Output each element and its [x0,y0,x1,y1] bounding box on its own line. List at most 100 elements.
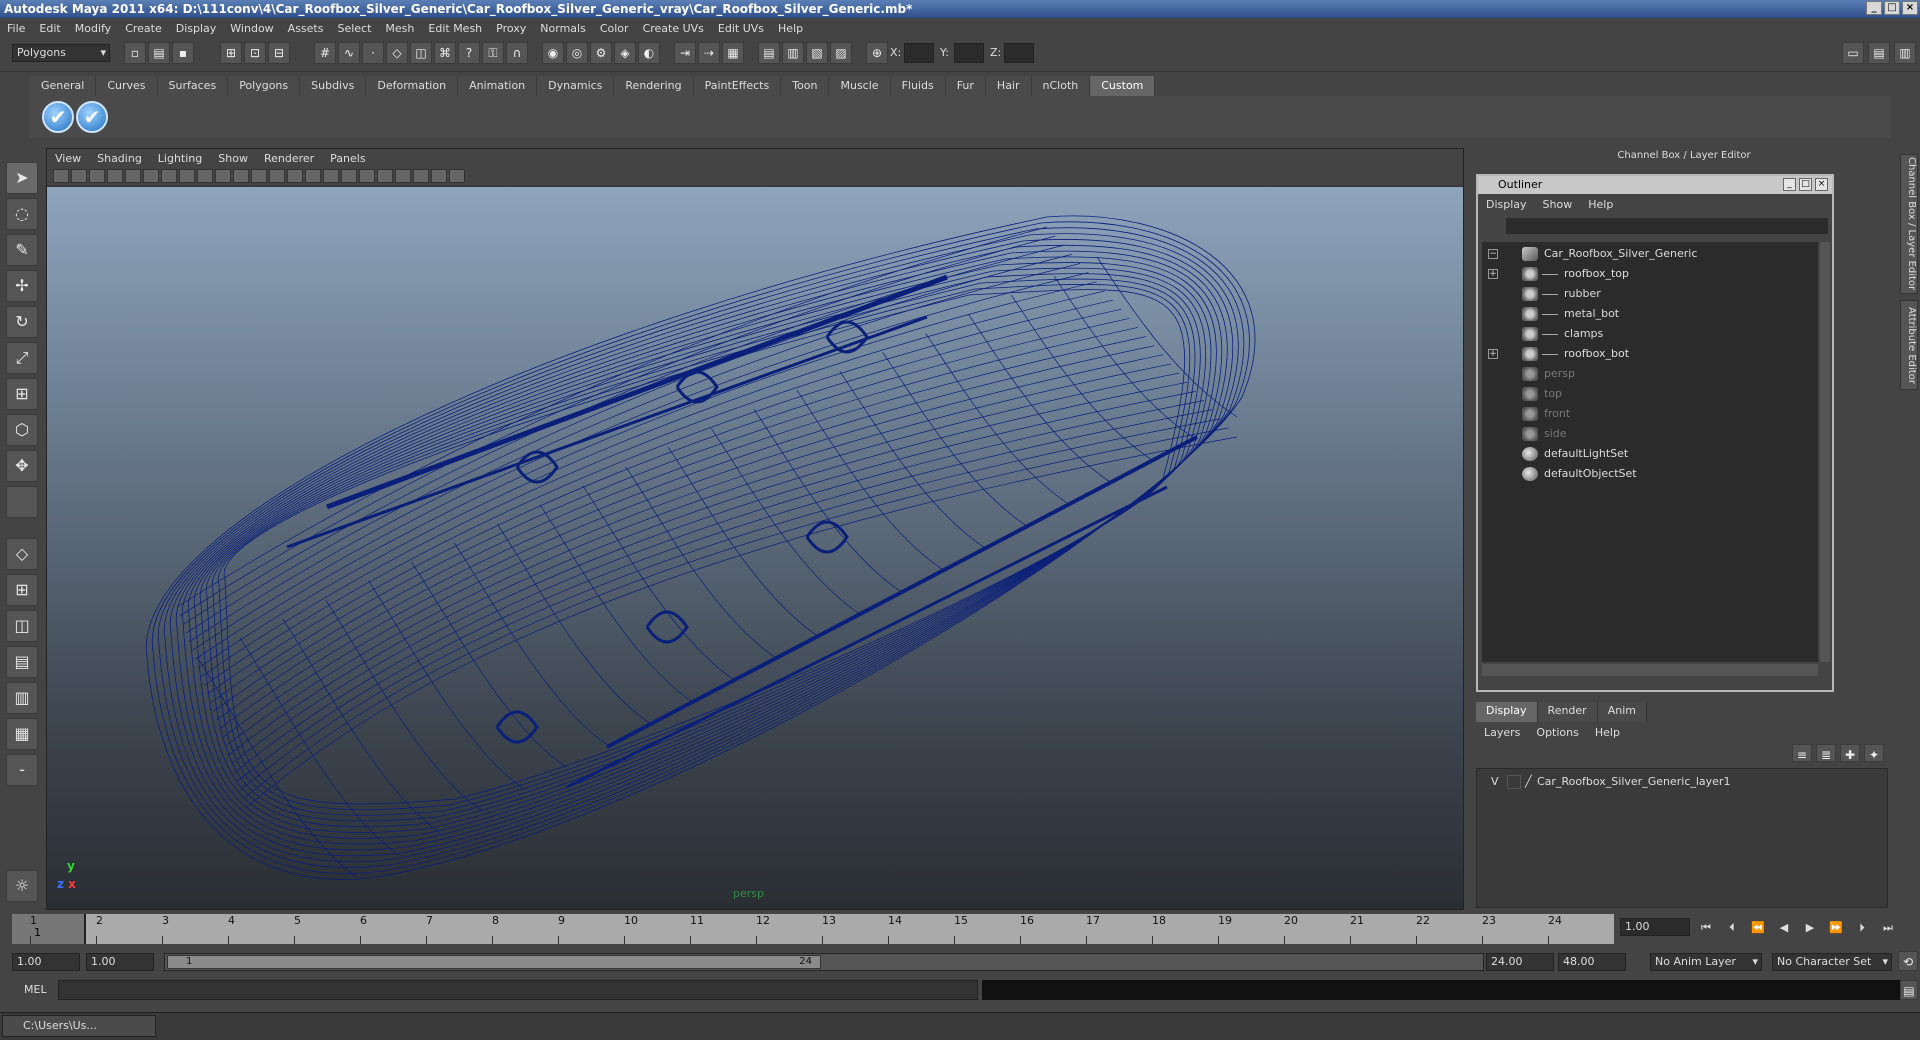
history-icon[interactable]: ⌘ [434,42,456,64]
input-line-icon[interactable]: ⇥ [674,42,696,64]
time-slider-bar[interactable]: 1 1 2 3 4 5 6 7 8 9 10 11 12 13 14 15 16 17 18 19 20 21 22 23 2… [12,914,1614,944]
play-forwards-icon[interactable]: ▶ [1800,920,1820,936]
current-frame-field[interactable]: 1.00 [1620,918,1690,936]
lock-icon[interactable]: ⚿ [482,42,504,64]
menu-mesh[interactable]: Mesh [378,22,421,35]
shelf-tab-subdivs[interactable]: Subdivs [300,76,367,96]
paint-select-tool-icon[interactable]: ✎ [6,234,38,266]
menu-create[interactable]: Create [118,22,169,35]
select-hierarchy-icon[interactable]: ⊞ [220,42,242,64]
attribute-editor-icon[interactable]: ▥ [782,42,804,64]
gate-mask-icon[interactable] [197,169,213,183]
x-field[interactable] [904,43,934,63]
shelf-tab-toon[interactable]: Toon [781,76,830,96]
y-field[interactable] [954,43,984,63]
universal-manipulator-icon[interactable]: ⊞ [6,378,38,410]
layer-menu-help[interactable]: Help [1587,724,1628,742]
viewport-menu-view[interactable]: View [47,152,89,165]
shelf-tab-rendering[interactable]: Rendering [614,76,694,96]
open-scene-icon[interactable]: ▤ [148,42,170,64]
outliner-item[interactable]: side [1482,424,1818,444]
menu-modify[interactable]: Modify [68,22,118,35]
show-manipulator-icon[interactable]: ✥ [6,450,38,482]
menu-display[interactable]: Display [169,22,224,35]
bookmark-icon[interactable] [71,169,87,183]
outliner-maximize-button[interactable]: □ [1799,178,1812,191]
field-chart-icon[interactable] [215,169,231,183]
outliner-menu-display[interactable]: Display [1478,198,1535,211]
viewport-menu-renderer[interactable]: Renderer [256,152,322,165]
z-field[interactable] [1004,43,1034,63]
shelf-tab-animation[interactable]: Animation [458,76,538,96]
move-tool-icon[interactable]: ✢ [6,270,38,302]
outliner-item[interactable]: front [1482,404,1818,424]
collapse-icon[interactable]: − [1488,249,1498,259]
select-component-icon[interactable]: ⊟ [268,42,290,64]
layer-playback-toggle[interactable] [1507,775,1521,789]
outliner-item[interactable]: clamps [1482,324,1818,344]
menu-create-uvs[interactable]: Create UVs [636,22,711,35]
outliner-item[interactable]: + roofbox_bot [1482,344,1818,364]
outliner-item[interactable]: defaultObjectSet [1482,464,1818,484]
move-layer-up-icon[interactable]: ≡ [1792,744,1812,762]
shelf-tab-surfaces[interactable]: Surfaces [157,76,229,96]
step-back-key-icon[interactable]: ⏪ [1748,920,1768,936]
resolution-gate-icon[interactable] [179,169,195,183]
shelf-tab-polygons[interactable]: Polygons [228,76,301,96]
outliner-item[interactable]: top [1482,384,1818,404]
2d-pan-zoom-icon[interactable] [107,169,123,183]
layer-visibility-toggle[interactable]: V [1491,773,1499,791]
tool-settings-icon[interactable]: ▧ [806,42,828,64]
select-object-icon[interactable]: ⊡ [244,42,266,64]
menu-proxy[interactable]: Proxy [489,22,533,35]
soft-modification-icon[interactable]: ⬡ [6,414,38,446]
help-icon[interactable]: ? [458,42,480,64]
move-layer-down-icon[interactable]: ≣ [1816,744,1836,762]
step-back-frame-icon[interactable]: ⏴ [1722,920,1742,936]
menu-edit-mesh[interactable]: Edit Mesh [421,22,489,35]
layout-icon[interactable]: ▭ [1842,42,1864,64]
outliner-item[interactable]: metal_bot [1482,304,1818,324]
outliner-filter-field[interactable] [1506,218,1828,234]
four-view-layout-icon[interactable]: ⊞ [6,574,38,606]
layer-menu-layers[interactable]: Layers [1476,724,1528,742]
viewport-menu-lighting[interactable]: Lighting [150,152,210,165]
hypershade-icon[interactable]: ◈ [614,42,636,64]
script-editor-icon[interactable]: ▦ [722,42,744,64]
script-editor-button-icon[interactable]: ▤ [1900,980,1918,1000]
paint-effects-icon[interactable]: ☼ [6,870,38,902]
shelf-tab-muscle[interactable]: Muscle [829,76,891,96]
menu-edit[interactable]: Edit [32,22,67,35]
outliner-menu-help[interactable]: Help [1580,198,1621,211]
isolate-select-icon[interactable] [395,169,411,183]
snap-curve-icon[interactable]: ∿ [338,42,360,64]
smooth-shade-icon[interactable] [287,169,303,183]
shelf-tab-deformation[interactable]: Deformation [366,76,459,96]
grid-toggle-icon[interactable] [143,169,159,183]
outliner-menu-show[interactable]: Show [1535,198,1581,211]
absolute-transform-icon[interactable]: ⊕ [866,42,888,64]
expand-icon[interactable]: + [1488,349,1498,359]
outliner-item[interactable]: + roofbox_top [1482,264,1818,284]
save-scene-icon[interactable]: ▪ [172,42,194,64]
safe-title-icon[interactable] [251,169,267,183]
outliner-close-button[interactable]: × [1815,178,1828,191]
graph-outliner-layout-icon[interactable]: ▦ [6,718,38,750]
layer-tab-display[interactable]: Display [1476,702,1538,722]
image-plane-icon[interactable] [89,169,105,183]
command-language-label[interactable]: MEL [24,983,47,996]
play-backwards-icon[interactable]: ◀ [1774,920,1794,936]
menu-file[interactable]: File [0,22,32,35]
current-time-marker[interactable] [12,914,86,944]
render-view-icon[interactable]: ◐ [638,42,660,64]
default-light-icon[interactable] [341,169,357,183]
new-empty-layer-icon[interactable]: ✚ [1840,744,1860,762]
scale-tool-icon[interactable]: ⤢ [6,342,38,374]
anim-layer-dropdown[interactable]: No Anim Layer [1650,953,1762,971]
select-tool-icon[interactable]: ➤ [6,162,38,194]
expand-icon[interactable]: + [1488,269,1498,279]
step-forward-frame-icon[interactable]: ⏵ [1852,920,1872,936]
outliner-minimize-button[interactable]: _ [1783,178,1796,191]
menu-help[interactable]: Help [771,22,810,35]
maximize-button[interactable]: □ [1884,1,1900,15]
